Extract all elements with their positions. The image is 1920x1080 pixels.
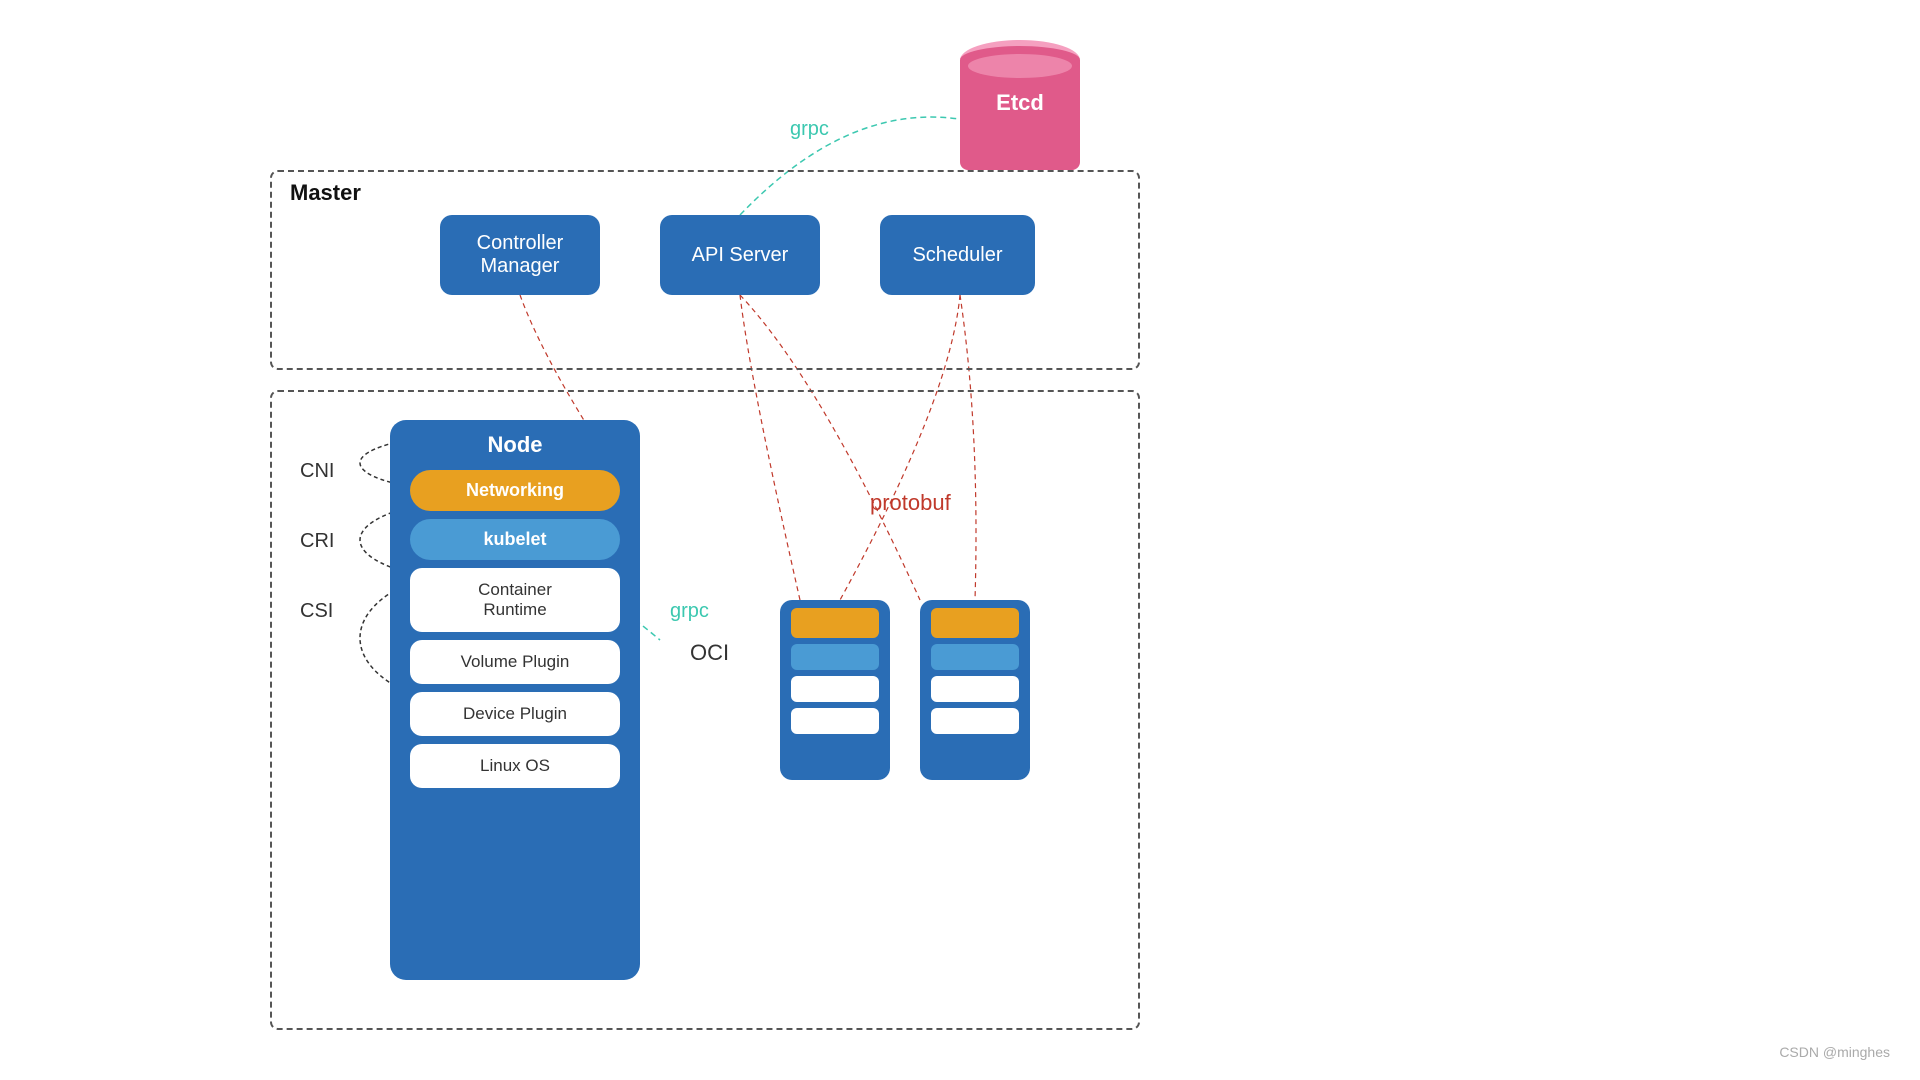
container-runtime-button: Container Runtime — [410, 568, 620, 632]
cn1-blue-bar — [791, 644, 879, 670]
linux-os-button: Linux OS — [410, 744, 620, 788]
cri-label: CRI — [300, 530, 334, 553]
controller-manager-label: Controller Manager — [477, 232, 564, 278]
grpc-top-label: grpc — [790, 118, 829, 141]
cn1-white-bar1 — [791, 676, 879, 702]
cn2-orange-bar — [931, 608, 1019, 638]
node-title: Node — [488, 432, 543, 458]
etcd-component: Etcd — [960, 40, 1080, 170]
api-server-label: API Server — [692, 244, 789, 267]
cn2-white-bar2 — [931, 708, 1019, 734]
container-node-1 — [780, 600, 890, 780]
master-label: Master — [290, 180, 361, 206]
volume-plugin-button: Volume Plugin — [410, 640, 620, 684]
etcd-label: Etcd — [960, 90, 1080, 116]
container-runtime-label: Container Runtime — [478, 580, 552, 619]
cn2-blue-bar — [931, 644, 1019, 670]
container-node-2 — [920, 600, 1030, 780]
grpc-bottom-label: grpc — [670, 600, 709, 623]
scheduler-label: Scheduler — [912, 244, 1002, 267]
cn1-orange-bar — [791, 608, 879, 638]
cn2-white-bar1 — [931, 676, 1019, 702]
device-plugin-button: Device Plugin — [410, 692, 620, 736]
node-inner-box: Node Networking kubelet Container Runtim… — [390, 420, 640, 980]
cni-label: CNI — [300, 460, 334, 483]
kubelet-button: kubelet — [410, 519, 620, 560]
protobuf-label: protobuf — [870, 490, 951, 516]
watermark: CSDN @minghes — [1779, 1044, 1890, 1060]
oci-label: OCI — [690, 640, 729, 666]
controller-manager-button: Controller Manager — [440, 215, 600, 295]
cn1-white-bar2 — [791, 708, 879, 734]
api-server-button: API Server — [660, 215, 820, 295]
networking-button: Networking — [410, 470, 620, 511]
csi-label: CSI — [300, 600, 333, 623]
scheduler-button: Scheduler — [880, 215, 1035, 295]
